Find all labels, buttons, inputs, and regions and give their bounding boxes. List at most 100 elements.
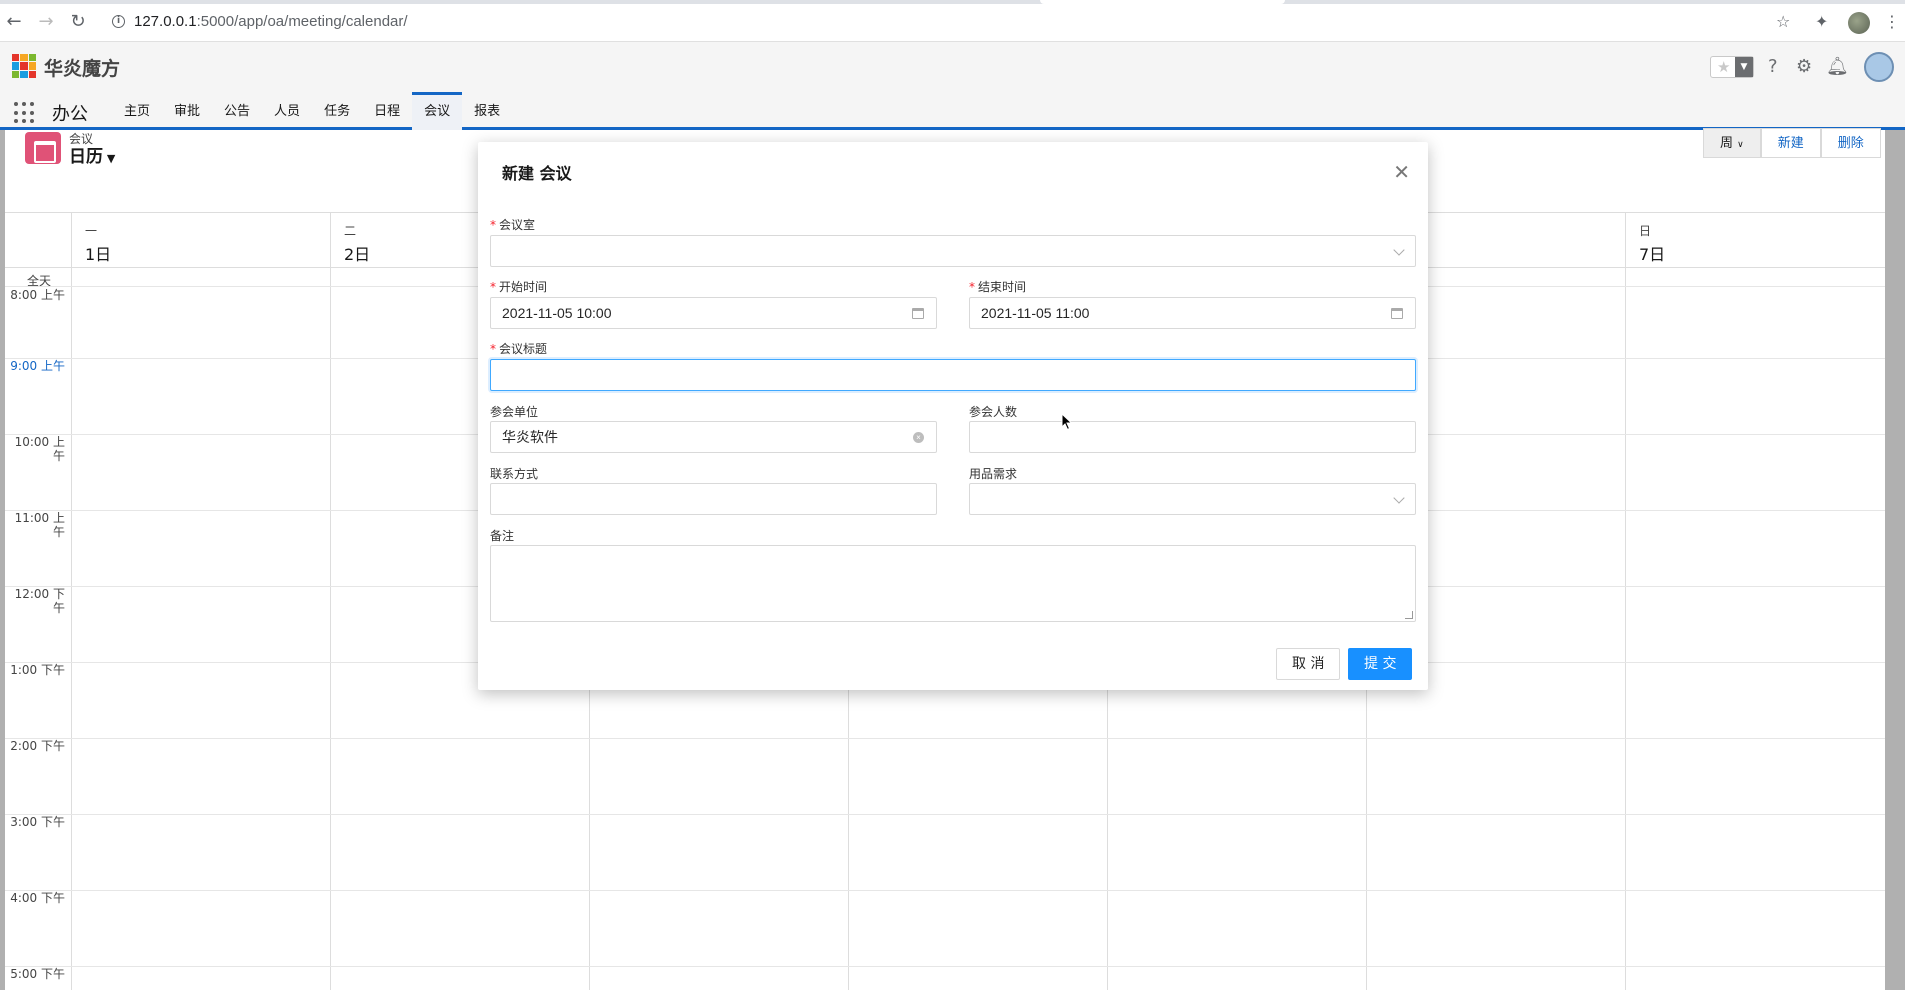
app-nav: 主页 审批 公告 人员 任务 日程 会议 报表 bbox=[112, 92, 512, 130]
brand-name: 华炎魔方 bbox=[44, 58, 121, 80]
supplies-select[interactable] bbox=[969, 483, 1416, 515]
hour-label: 8:00 上午 bbox=[10, 288, 65, 302]
unit-select[interactable]: 华炎软件 × bbox=[490, 421, 937, 453]
day-header: 日 7日 bbox=[1639, 222, 1665, 265]
nav-item-home[interactable]: 主页 bbox=[112, 92, 162, 130]
modal-title: 新建 会议 bbox=[502, 164, 572, 183]
hour-label: 11:00 上午 bbox=[14, 511, 65, 539]
weekday-label: 一 bbox=[85, 224, 98, 238]
end-time-picker[interactable]: 2021-11-05 11:00 bbox=[969, 297, 1416, 329]
new-button[interactable]: 新建 bbox=[1760, 128, 1821, 158]
bookmark-star-icon[interactable]: ☆ bbox=[1776, 12, 1790, 31]
day-column[interactable] bbox=[71, 212, 72, 990]
day-column[interactable] bbox=[1625, 212, 1626, 990]
tab-strip bbox=[0, 0, 1905, 4]
hour-label: 2:00 下午 bbox=[10, 739, 65, 753]
nav-item-tasks[interactable]: 任务 bbox=[312, 92, 362, 130]
room-select[interactable] bbox=[490, 235, 1416, 267]
start-time-picker[interactable]: 2021-11-05 10:00 bbox=[490, 297, 937, 329]
hour-line bbox=[5, 814, 1885, 815]
view-name: 日历 bbox=[69, 147, 103, 167]
cancel-button[interactable]: 取 消 bbox=[1276, 648, 1341, 680]
app-launcher-icon[interactable] bbox=[14, 102, 36, 124]
calendar-icon bbox=[1391, 308, 1403, 319]
brand-logo-icon bbox=[12, 54, 36, 78]
date-label: 7日 bbox=[1639, 245, 1666, 264]
room-label: * 会议室 bbox=[490, 218, 536, 232]
count-label: 参会人数 bbox=[969, 405, 1018, 419]
hour-line bbox=[5, 738, 1885, 739]
hour-line bbox=[5, 890, 1885, 891]
calendar-icon bbox=[912, 308, 924, 319]
browser-menu-icon[interactable]: ⋮ bbox=[1884, 12, 1900, 31]
app-header: 华炎魔方 ★ ▼ ? ⚙ 🔔︎ 办公 主页 审批 公告 人员 任务 日程 会议 … bbox=[0, 42, 1905, 130]
browser-toolbar: ← → ↻ i 127.0.0.1:5000/app/oa/meeting/ca… bbox=[0, 0, 1905, 42]
hour-label: 1:00 下午 bbox=[10, 663, 65, 677]
view-selector[interactable]: 日历 ▼ bbox=[69, 142, 115, 167]
delete-button[interactable]: 删除 bbox=[1820, 128, 1881, 158]
end-time-label-text: 结束时间 bbox=[978, 280, 1027, 294]
day-header: 二 2日 bbox=[344, 222, 370, 265]
calendar-actions: 周 ∨ 新建 删除 bbox=[1703, 128, 1881, 158]
contact-label: 联系方式 bbox=[490, 467, 539, 481]
hour-label: 9:00 上午 bbox=[10, 359, 65, 373]
unit-value: 华炎软件 bbox=[502, 429, 558, 445]
date-label: 2日 bbox=[344, 245, 371, 264]
close-icon[interactable]: ✕ bbox=[1393, 162, 1410, 182]
settings-gear-icon[interactable]: ⚙ bbox=[1796, 56, 1812, 80]
hour-label: 12:00 下午 bbox=[14, 587, 65, 615]
hour-label: 10:00 上午 bbox=[14, 435, 65, 463]
app-name: 办公 bbox=[52, 104, 88, 125]
favorites-dropdown-icon[interactable]: ▼ bbox=[1735, 57, 1753, 77]
nav-item-schedule[interactable]: 日程 bbox=[362, 92, 412, 130]
forward-icon[interactable]: → bbox=[36, 12, 56, 32]
address-bar[interactable]: 127.0.0.1:5000/app/oa/meeting/calendar/ bbox=[134, 13, 408, 30]
date-label: 1日 bbox=[85, 245, 112, 264]
subject-input[interactable] bbox=[490, 359, 1416, 391]
remark-textarea[interactable] bbox=[490, 545, 1416, 622]
hour-label: 3:00 下午 bbox=[10, 815, 65, 829]
nav-item-people[interactable]: 人员 bbox=[262, 92, 312, 130]
nav-item-meeting[interactable]: 会议 bbox=[412, 92, 463, 130]
help-icon[interactable]: ? bbox=[1768, 56, 1778, 80]
chevron-down-icon bbox=[1393, 492, 1405, 504]
submit-button[interactable]: 提 交 bbox=[1348, 648, 1413, 680]
site-info-icon[interactable]: i bbox=[112, 15, 125, 28]
nav-item-approval[interactable]: 审批 bbox=[162, 92, 212, 130]
nav-item-announcement[interactable]: 公告 bbox=[212, 92, 262, 130]
start-time-value: 2021-11-05 10:00 bbox=[502, 305, 612, 321]
end-time-value: 2021-11-05 11:00 bbox=[981, 305, 1090, 321]
subject-label: * 会议标题 bbox=[490, 342, 548, 356]
remark-label: 备注 bbox=[490, 529, 515, 543]
chevron-down-icon: ∨ bbox=[1737, 140, 1744, 150]
favorites-button[interactable]: ★ ▼ bbox=[1710, 56, 1754, 78]
browser-profile-avatar[interactable] bbox=[1848, 12, 1870, 34]
weekday-label: 日 bbox=[1639, 224, 1652, 238]
day-column[interactable] bbox=[330, 212, 331, 990]
resize-handle-icon[interactable] bbox=[1405, 611, 1413, 619]
contact-input[interactable] bbox=[490, 483, 937, 515]
favorite-star-icon: ★ bbox=[1717, 58, 1731, 76]
reload-icon[interactable]: ↻ bbox=[68, 12, 88, 32]
user-avatar[interactable] bbox=[1864, 52, 1894, 82]
extensions-icon[interactable]: ✦ bbox=[1815, 12, 1828, 31]
weekday-label: 二 bbox=[344, 224, 357, 238]
end-time-label: * 结束时间 bbox=[969, 280, 1027, 294]
calendar-icon bbox=[25, 132, 61, 164]
start-time-label-text: 开始时间 bbox=[499, 280, 548, 294]
clear-icon[interactable]: × bbox=[913, 432, 924, 443]
hour-label: 5:00 下午 bbox=[10, 967, 65, 981]
supplies-label: 用品需求 bbox=[969, 467, 1018, 481]
new-meeting-modal: 新建 会议 ✕ * 会议室 * 开始时间 2021-11-05 10:00 * 结束时… bbox=[478, 142, 1428, 690]
chevron-down-icon bbox=[1393, 244, 1405, 256]
unit-label: 参会单位 bbox=[490, 405, 539, 419]
back-icon[interactable]: ← bbox=[4, 12, 24, 32]
start-time-label: * 开始时间 bbox=[490, 280, 548, 294]
hour-line bbox=[5, 966, 1885, 967]
nav-item-reports[interactable]: 报表 bbox=[462, 92, 512, 130]
view-toggle-button[interactable]: 周 ∨ bbox=[1703, 128, 1761, 158]
notification-bell-icon[interactable]: 🔔︎ bbox=[1826, 56, 1849, 80]
count-input[interactable] bbox=[969, 421, 1416, 453]
room-label-text: 会议室 bbox=[499, 218, 536, 232]
view-toggle-label: 周 bbox=[1720, 136, 1734, 151]
